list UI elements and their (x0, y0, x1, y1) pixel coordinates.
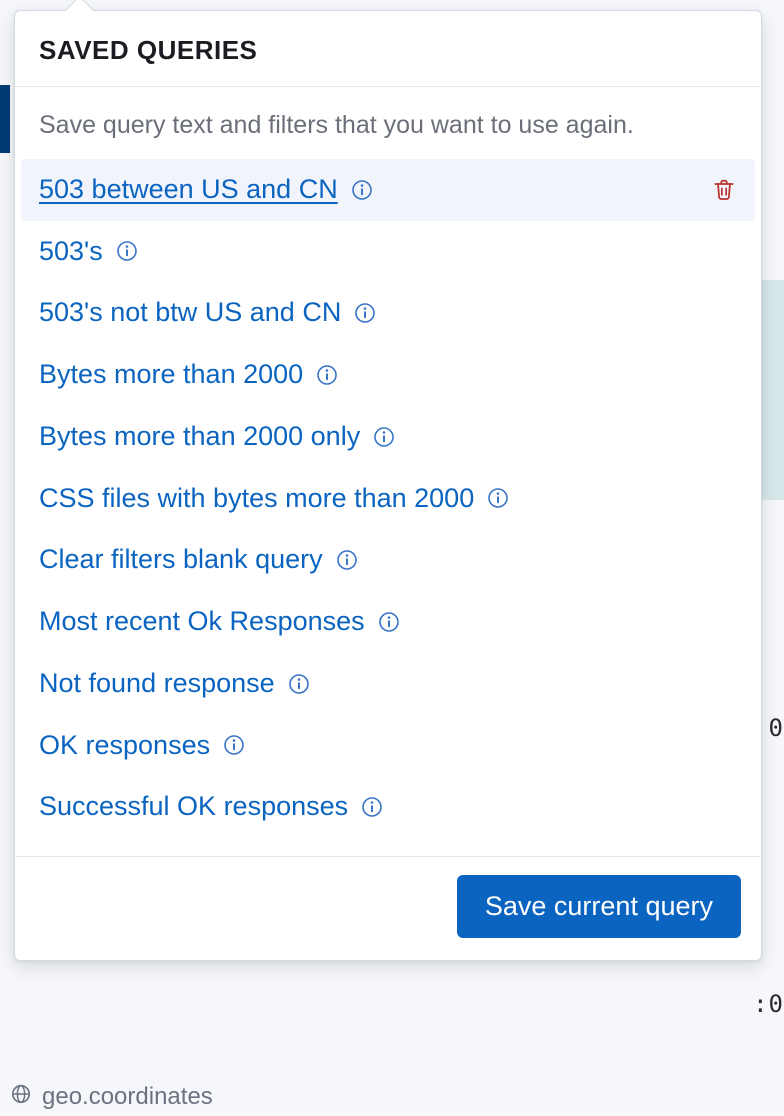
saved-query-label[interactable]: Successful OK responses (39, 790, 348, 824)
saved-query-item[interactable]: Bytes more than 2000 (21, 344, 755, 406)
info-icon[interactable] (360, 795, 384, 819)
globe-icon (10, 1083, 32, 1112)
saved-query-item[interactable]: Not found response (21, 653, 755, 715)
save-current-query-button[interactable]: Save current query (457, 875, 741, 938)
field-row-geo[interactable]: geo.coordinates (10, 1078, 770, 1116)
popover-description: Save query text and filters that you wan… (21, 109, 755, 159)
saved-query-label[interactable]: OK responses (39, 729, 210, 763)
info-icon[interactable] (377, 610, 401, 634)
popover-footer: Save current query (15, 856, 761, 960)
saved-query-item[interactable]: 503 between US and CN (21, 159, 755, 221)
info-icon[interactable] (372, 425, 396, 449)
popover-header: SAVED QUERIES (15, 11, 761, 87)
saved-query-item[interactable]: CSS files with bytes more than 2000 (21, 468, 755, 530)
info-icon[interactable] (350, 178, 374, 202)
saved-queries-list: 503 between US and CN 503's 503's not bt… (21, 159, 755, 838)
saved-query-item[interactable]: Successful OK responses (21, 776, 755, 838)
saved-query-item-left: 503's (39, 235, 139, 269)
saved-query-label[interactable]: 503 between US and CN (39, 173, 338, 207)
saved-query-item[interactable]: OK responses (21, 715, 755, 777)
saved-query-item-left: OK responses (39, 729, 246, 763)
popover-body: Save query text and filters that you wan… (15, 87, 761, 856)
saved-query-item-left: Not found response (39, 667, 311, 701)
saved-query-label[interactable]: 503's (39, 235, 103, 269)
saved-query-item-left: Bytes more than 2000 only (39, 420, 396, 454)
popover-title: SAVED QUERIES (39, 35, 737, 66)
saved-query-item[interactable]: Clear filters blank query (21, 529, 755, 591)
saved-query-item[interactable]: 503's not btw US and CN (21, 282, 755, 344)
trash-icon[interactable] (711, 177, 737, 203)
info-icon[interactable] (353, 301, 377, 325)
saved-query-item-left: 503's not btw US and CN (39, 296, 377, 330)
info-icon[interactable] (115, 239, 139, 263)
saved-query-label[interactable]: CSS files with bytes more than 2000 (39, 482, 474, 516)
saved-query-label[interactable]: Not found response (39, 667, 275, 701)
saved-query-item-left: Most recent Ok Responses (39, 605, 401, 639)
saved-queries-popover: SAVED QUERIES Save query text and filter… (14, 10, 762, 961)
field-row-label: geo.coordinates (42, 1083, 213, 1111)
saved-query-item[interactable]: 503's (21, 221, 755, 283)
saved-query-item[interactable]: Bytes more than 2000 only (21, 406, 755, 468)
info-icon[interactable] (315, 363, 339, 387)
bg-panel (762, 280, 784, 500)
saved-query-item-left: Successful OK responses (39, 790, 384, 824)
saved-query-label[interactable]: Clear filters blank query (39, 543, 323, 577)
saved-query-item[interactable]: Most recent Ok Responses (21, 591, 755, 653)
info-icon[interactable] (287, 672, 311, 696)
saved-query-item-left: Clear filters blank query (39, 543, 359, 577)
info-icon[interactable] (486, 486, 510, 510)
saved-query-item-left: CSS files with bytes more than 2000 (39, 482, 510, 516)
saved-query-label[interactable]: Bytes more than 2000 only (39, 420, 360, 454)
saved-query-label[interactable]: Most recent Ok Responses (39, 605, 365, 639)
info-icon[interactable] (335, 548, 359, 572)
saved-query-label[interactable]: Bytes more than 2000 (39, 358, 303, 392)
saved-query-item-left: 503 between US and CN (39, 173, 374, 207)
bg-accent-bar (0, 85, 10, 153)
info-icon[interactable] (222, 733, 246, 757)
bg-partial-text-2: :0 (753, 990, 784, 1018)
saved-query-item-left: Bytes more than 2000 (39, 358, 339, 392)
saved-query-label[interactable]: 503's not btw US and CN (39, 296, 341, 330)
